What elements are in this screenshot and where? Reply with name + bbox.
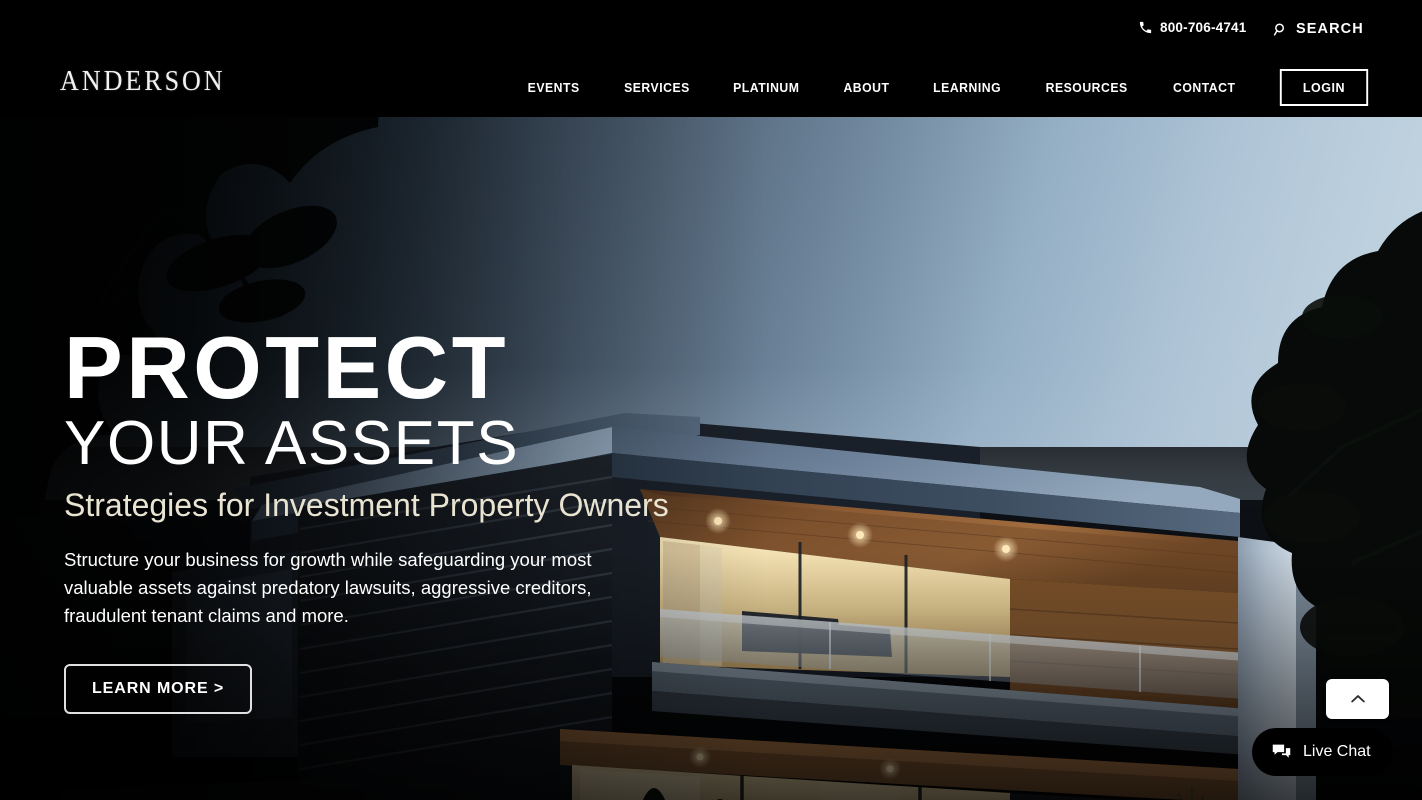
hero-section: PROTECT YOUR ASSETS Strategies for Inves… bbox=[0, 117, 1422, 800]
hero-content: PROTECT YOUR ASSETS Strategies for Inves… bbox=[64, 318, 764, 714]
tree-silhouette-right bbox=[1192, 197, 1422, 717]
phone-icon bbox=[1138, 20, 1153, 35]
nav-item-events[interactable]: EVENTS bbox=[509, 80, 599, 95]
search-icon bbox=[1273, 22, 1288, 37]
nav-item-resources[interactable]: RESOURCES bbox=[1027, 80, 1147, 95]
hero-headline-primary: PROTECT bbox=[64, 318, 509, 417]
main-navigation: EVENTS SERVICES PLATINUM ABOUT LEARNING … bbox=[506, 58, 1370, 117]
site-header: 800-706-4741 SEARCH ANDERSON EVENTS SERV… bbox=[0, 0, 1422, 117]
search-label: SEARCH bbox=[1296, 21, 1364, 37]
phone-link[interactable]: 800-706-4741 bbox=[1138, 20, 1246, 35]
search-button[interactable]: SEARCH bbox=[1273, 21, 1364, 37]
nav-item-platinum[interactable]: PLATINUM bbox=[715, 80, 819, 95]
live-chat-label: Live Chat bbox=[1303, 743, 1371, 760]
chevron-up-icon bbox=[1348, 689, 1368, 709]
nav-item-services[interactable]: SERVICES bbox=[605, 80, 708, 95]
hero-body-text: Structure your business for growth while… bbox=[64, 548, 592, 626]
hero-subheadline: Strategies for Investment Property Owner… bbox=[64, 486, 669, 523]
live-chat-button[interactable]: Live Chat bbox=[1252, 728, 1393, 776]
utility-bar: 800-706-4741 SEARCH bbox=[0, 0, 1422, 58]
phone-number: 800-706-4741 bbox=[1160, 20, 1247, 35]
chat-bubbles-icon bbox=[1271, 742, 1292, 763]
page-root: PROTECT YOUR ASSETS Strategies for Inves… bbox=[0, 0, 1422, 800]
learn-more-button[interactable]: LEARN MORE > bbox=[64, 663, 253, 714]
nav-item-about[interactable]: ABOUT bbox=[825, 80, 909, 95]
hero-headline-secondary: YOUR ASSETS bbox=[64, 408, 520, 478]
scroll-to-top-button[interactable] bbox=[1326, 679, 1389, 719]
login-button[interactable]: LOGIN bbox=[1279, 69, 1369, 106]
site-logo[interactable]: ANDERSON bbox=[60, 68, 226, 96]
nav-item-contact[interactable]: CONTACT bbox=[1154, 80, 1254, 95]
nav-item-learning[interactable]: LEARNING bbox=[914, 80, 1020, 95]
